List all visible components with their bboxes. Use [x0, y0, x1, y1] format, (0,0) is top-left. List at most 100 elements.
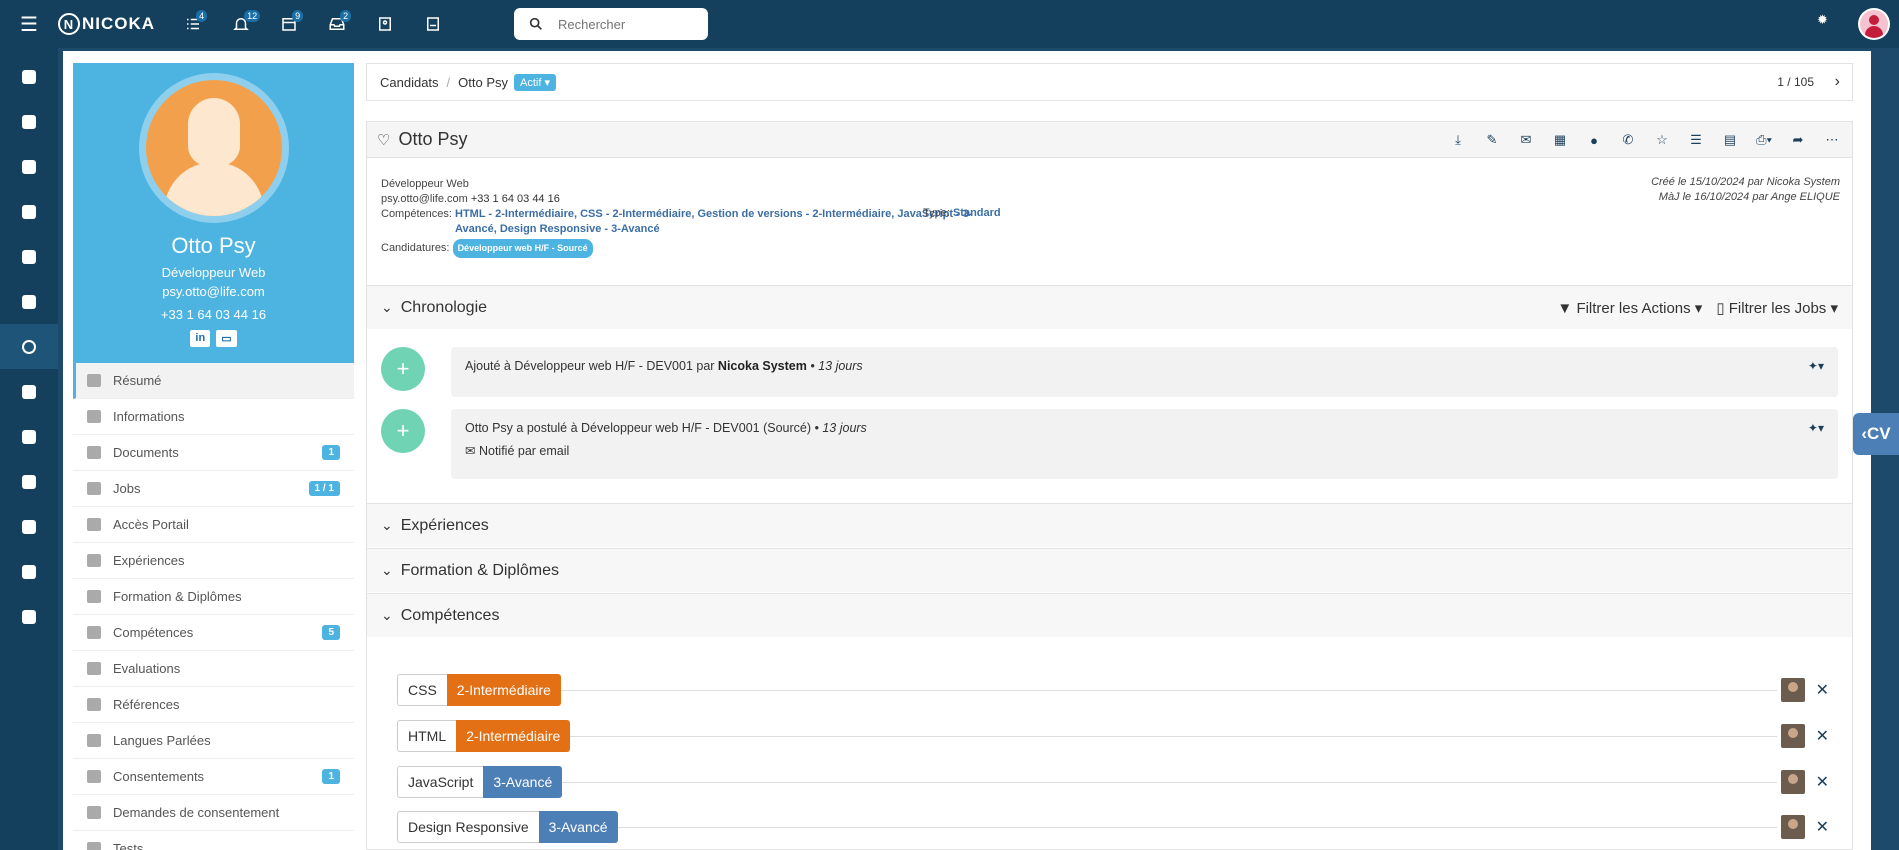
tasks-icon[interactable]: 4: [169, 0, 217, 48]
lock-icon: [87, 770, 101, 783]
menu-item-demandes-consentement[interactable]: Demandes de consentement: [73, 795, 354, 831]
candidature-chip[interactable]: Développeur web H/F - Sourcé: [452, 239, 593, 258]
more-icon[interactable]: ⋯: [1822, 130, 1842, 150]
status-dropdown[interactable]: Actif ▾: [514, 73, 557, 91]
nav-dashboard-icon[interactable]: [0, 54, 58, 99]
plus-icon[interactable]: +: [381, 409, 425, 453]
chevron-down-icon: ⌄: [381, 299, 393, 315]
contacts-icon[interactable]: [361, 0, 409, 48]
menu-item-resume[interactable]: Résumé: [73, 363, 354, 399]
profile-photo[interactable]: [138, 73, 289, 223]
inbox-icon[interactable]: 2: [313, 0, 361, 48]
briefcase-icon: [87, 554, 101, 567]
profile-job: Développeur Web: [161, 265, 266, 280]
top-bar: ☰ N NICOKA 4 12 9 2 ✹: [0, 0, 1899, 48]
profile-phone[interactable]: +33 1 64 03 44 16: [73, 307, 354, 322]
search-input[interactable]: [558, 16, 688, 32]
evaluator-avatar: [1781, 815, 1805, 839]
nav-coffee-icon[interactable]: [0, 369, 58, 414]
nav-dollar-icon[interactable]: [0, 189, 58, 234]
section-competences[interactable]: ⌄ Compétences: [367, 593, 1852, 637]
menu-item-experiences[interactable]: Expériences: [73, 543, 354, 579]
menu-item-formation[interactable]: Formation & Diplômes: [73, 579, 354, 615]
breadcrumb-candidats[interactable]: Candidats: [380, 75, 439, 90]
edit-icon[interactable]: ✎: [1482, 130, 1502, 150]
close-icon[interactable]: ✕: [1816, 726, 1829, 746]
nav-settings-icon[interactable]: [0, 549, 58, 594]
pin-icon[interactable]: ✦▾: [1808, 421, 1824, 435]
linkedin-icon[interactable]: in: [190, 330, 211, 347]
filter-actions-dropdown[interactable]: ▼ Filtrer les Actions ▾: [1557, 299, 1702, 317]
skill-tag[interactable]: CSS 2-Intermédiaire: [397, 674, 561, 706]
menu-item-references[interactable]: Références: [73, 687, 354, 723]
chevron-right-icon[interactable]: ›: [1835, 73, 1840, 91]
star-icon: [87, 626, 101, 639]
lightbulb-icon[interactable]: ✹: [1817, 12, 1828, 28]
card-title: Otto Psy: [398, 129, 468, 149]
skill-row: Design Responsive 3-Avancé ✕: [397, 811, 1837, 843]
email-icon[interactable]: ✉: [1516, 130, 1536, 150]
section-formation[interactable]: ⌄ Formation & Diplômes: [367, 548, 1852, 592]
share-icon[interactable]: ➦: [1788, 130, 1808, 150]
skill-tag[interactable]: HTML 2-Intermédiaire: [397, 720, 571, 752]
chat-icon[interactable]: ●: [1584, 130, 1604, 150]
search-icon: [529, 17, 542, 30]
section-experiences[interactable]: ⌄ Expériences: [367, 503, 1852, 547]
nav-bank-icon[interactable]: [0, 504, 58, 549]
skill-tag[interactable]: JavaScript 3-Avancé: [397, 766, 563, 798]
summary-phone[interactable]: +33 1 64 03 44 16: [471, 193, 560, 205]
menu-item-informations[interactable]: Informations: [73, 399, 354, 435]
count-badge: 1: [322, 769, 340, 784]
download-icon[interactable]: ⤓: [1448, 130, 1468, 150]
filter-jobs-dropdown[interactable]: ▯ Filtrer les Jobs ▾: [1716, 299, 1838, 317]
id-card-icon[interactable]: ▭: [216, 330, 237, 347]
close-icon[interactable]: ✕: [1816, 817, 1829, 837]
close-icon[interactable]: ✕: [1816, 680, 1829, 700]
nav-target-icon[interactable]: [0, 324, 58, 369]
profile-email[interactable]: psy.otto@life.com: [73, 284, 354, 299]
close-icon[interactable]: ✕: [1816, 772, 1829, 792]
nav-building-icon[interactable]: [0, 279, 58, 324]
user-avatar[interactable]: [1858, 8, 1890, 40]
card-toolbar: ⤓ ✎ ✉ ▦ ● ✆ ☆ ☰ ▤ ⎙▾ ➦ ⋯: [1448, 130, 1842, 150]
skill-row: CSS 2-Intermédiaire ✕: [397, 674, 1837, 706]
star-plus-icon[interactable]: ☆: [1652, 130, 1672, 150]
checklist-icon[interactable]: ☰: [1686, 130, 1706, 150]
menu-item-jobs[interactable]: Jobs 1 / 1: [73, 471, 354, 507]
menu-item-consentements[interactable]: Consentements 1: [73, 759, 354, 795]
brand-logo[interactable]: N NICOKA: [58, 13, 155, 35]
search-box[interactable]: [514, 8, 708, 40]
nav-admin-icon[interactable]: [0, 594, 58, 639]
print-icon[interactable]: ⎙▾: [1754, 130, 1774, 150]
list-icon[interactable]: ▤: [1720, 130, 1740, 150]
cv-panel-toggle[interactable]: ‹ CV: [1853, 413, 1899, 455]
candidate-card: ♡ Otto Psy ⤓ ✎ ✉ ▦ ● ✆ ☆ ☰ ▤ ⎙▾ ➦ ⋯ Déve…: [366, 121, 1853, 850]
plus-icon[interactable]: +: [381, 347, 425, 391]
menu-item-documents[interactable]: Documents 1: [73, 435, 354, 471]
nav-chart-icon[interactable]: [0, 459, 58, 504]
chevron-down-icon: ⌄: [381, 562, 393, 578]
heart-icon[interactable]: ♡: [377, 131, 390, 149]
menu-item-tests[interactable]: Tests: [73, 831, 354, 850]
summary-email[interactable]: psy.otto@life.com: [381, 193, 468, 205]
nav-person-icon[interactable]: [0, 144, 58, 189]
menu-item-acces-portail[interactable]: Accès Portail: [73, 507, 354, 543]
phone-icon[interactable]: ✆: [1618, 130, 1638, 150]
notes-icon[interactable]: [409, 0, 457, 48]
bell-icon[interactable]: 12: [217, 0, 265, 48]
calendar-icon[interactable]: ▦: [1550, 130, 1570, 150]
menu-item-langues[interactable]: Langues Parlées: [73, 723, 354, 759]
profile-name: Otto Psy: [171, 233, 256, 258]
menu-item-evaluations[interactable]: Evaluations: [73, 651, 354, 687]
hamburger-menu-icon[interactable]: ☰: [0, 0, 58, 48]
nav-rocket-icon[interactable]: [0, 234, 58, 279]
calendar-icon[interactable]: 9: [265, 0, 313, 48]
nav-contacts-icon[interactable]: [0, 99, 58, 144]
menu-item-competences[interactable]: Compétences 5: [73, 615, 354, 651]
envelope-icon: ✉: [465, 444, 476, 458]
skill-tag[interactable]: Design Responsive 3-Avancé: [397, 811, 618, 843]
nav-cart-icon[interactable]: [0, 414, 58, 459]
pin-icon[interactable]: ✦▾: [1808, 359, 1824, 373]
section-chronologie[interactable]: ⌄ Chronologie ▼ Filtrer les Actions ▾ ▯ …: [367, 285, 1852, 329]
candidate-summary: Développeur Web psy.otto@life.com +33 1 …: [381, 177, 975, 258]
